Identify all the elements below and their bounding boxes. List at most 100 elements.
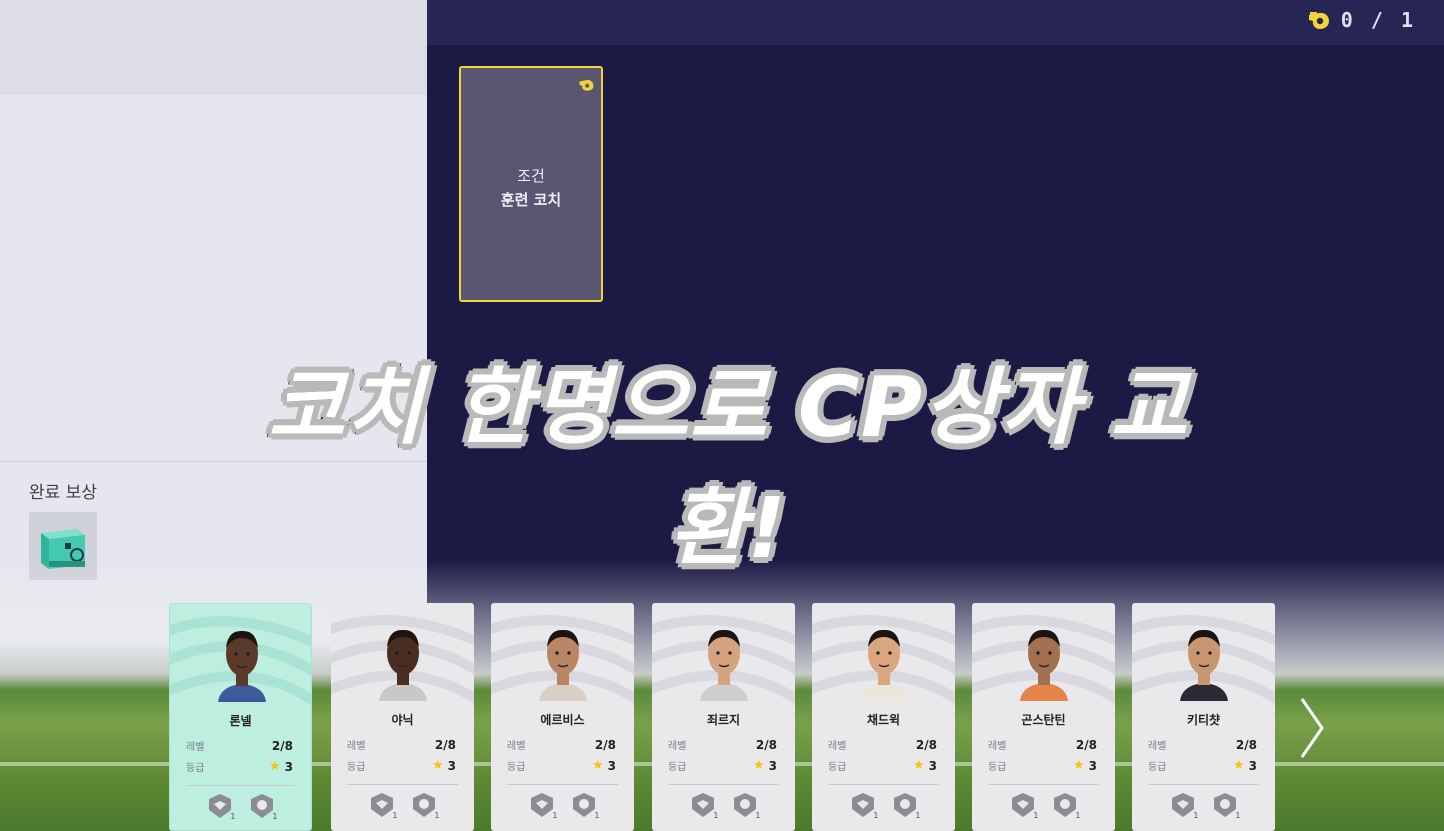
coach-card[interactable]: 론넬 레벨 2/8 등급 ★ 3 1 1 bbox=[169, 603, 312, 831]
star-icon: ★ bbox=[912, 758, 925, 773]
top-bar: 0 / 1 bbox=[427, 0, 1444, 45]
skill-badge[interactable]: 1 bbox=[849, 791, 879, 820]
grade-number: 3 bbox=[928, 758, 937, 773]
skill-shield-icon bbox=[530, 793, 553, 817]
skill-shield-icon bbox=[893, 793, 916, 817]
skill-level: 1 bbox=[1193, 811, 1199, 820]
level-label: 레벨 bbox=[347, 741, 366, 752]
divider bbox=[668, 784, 779, 785]
skill-badge[interactable]: 1 bbox=[206, 792, 236, 821]
skill-shield-icon bbox=[1011, 793, 1034, 817]
skill-badge[interactable]: 1 bbox=[1169, 791, 1199, 820]
skill-level: 1 bbox=[434, 811, 440, 820]
skill-level: 1 bbox=[1033, 811, 1039, 820]
level-label: 레벨 bbox=[828, 741, 847, 752]
skill-shield-icon bbox=[1213, 793, 1236, 817]
coach-portrait bbox=[700, 629, 748, 701]
skill-badge[interactable]: 1 bbox=[410, 791, 440, 820]
condition-requirement: 훈련 코치 bbox=[500, 191, 562, 209]
skill-icons: 1 1 bbox=[812, 791, 955, 820]
star-icon: ★ bbox=[1072, 758, 1085, 773]
coach-name: 에르비스 bbox=[540, 713, 585, 727]
coach-portrait bbox=[1020, 629, 1068, 701]
skill-shield-icon bbox=[691, 793, 714, 817]
video-caption: 코치 한명으로 CP상자 교환! bbox=[264, 355, 1190, 581]
skill-badge[interactable]: 1 bbox=[731, 791, 761, 820]
coach-card[interactable]: 곤스탄틴 레벨 2/8 등급 ★ 3 1 1 bbox=[972, 603, 1115, 831]
coach-name: 키티챳 bbox=[1186, 713, 1221, 727]
grade-label: 등급 bbox=[1148, 762, 1167, 773]
skill-shield-icon bbox=[572, 793, 595, 817]
coach-portrait bbox=[1180, 629, 1228, 701]
whistle-icon bbox=[1308, 12, 1329, 29]
grade-row: 등급 ★ 3 bbox=[668, 758, 777, 773]
skill-shield-icon bbox=[733, 793, 756, 817]
skill-shield-icon bbox=[1171, 793, 1194, 817]
level-value: 2/8 bbox=[594, 737, 616, 752]
counter-text: 0 / 1 bbox=[1340, 8, 1416, 32]
coach-card[interactable]: 에르비스 레벨 2/8 등급 ★ 3 1 1 bbox=[491, 603, 634, 831]
skill-badge[interactable]: 1 bbox=[570, 791, 600, 820]
coach-name: 채드윅 bbox=[866, 713, 901, 727]
level-value: 2/8 bbox=[1235, 737, 1257, 752]
skill-shield-icon bbox=[851, 793, 874, 817]
grade-row: 등급 ★ 3 bbox=[988, 758, 1097, 773]
grade-label: 등급 bbox=[507, 762, 526, 773]
condition-text: 조건 훈련 코치 bbox=[461, 164, 601, 212]
grade-row: 등급 ★ 3 bbox=[1148, 758, 1257, 773]
divider bbox=[988, 784, 1099, 785]
chevron-right-icon[interactable] bbox=[1298, 697, 1326, 759]
star-icon: ★ bbox=[268, 759, 281, 774]
grade-label: 등급 bbox=[988, 762, 1007, 773]
grade-row: 등급 ★ 3 bbox=[507, 758, 616, 773]
grade-number: 3 bbox=[1088, 758, 1097, 773]
divider bbox=[347, 784, 458, 785]
skill-icons: 1 1 bbox=[972, 791, 1115, 820]
level-row: 레벨 2/8 bbox=[186, 738, 293, 754]
level-value: 2/8 bbox=[434, 737, 456, 752]
skill-badge[interactable]: 1 bbox=[1051, 791, 1081, 820]
grade-row: 등급 ★ 3 bbox=[828, 758, 937, 773]
grade-label: 등급 bbox=[347, 762, 366, 773]
skill-badge[interactable]: 1 bbox=[368, 791, 398, 820]
grade-number: 3 bbox=[1248, 758, 1257, 773]
skill-shield-icon bbox=[370, 793, 393, 817]
grade-value: ★ 3 bbox=[269, 759, 293, 774]
grade-value: ★ 3 bbox=[913, 758, 937, 773]
condition-slot[interactable]: 조건 훈련 코치 bbox=[459, 66, 603, 302]
coach-card[interactable]: 죄르지 레벨 2/8 등급 ★ 3 1 1 bbox=[652, 603, 795, 831]
skill-shield-icon bbox=[208, 794, 231, 818]
grade-value: ★ 3 bbox=[592, 758, 616, 773]
skill-level: 1 bbox=[552, 811, 558, 820]
coach-card[interactable]: 야닉 레벨 2/8 등급 ★ 3 1 1 bbox=[331, 603, 474, 831]
skill-level: 1 bbox=[230, 812, 236, 821]
skill-level: 1 bbox=[594, 811, 600, 820]
level-value: 2/8 bbox=[1075, 737, 1097, 752]
skill-badge[interactable]: 1 bbox=[1211, 791, 1241, 820]
skill-icons: 1 1 bbox=[170, 792, 311, 821]
level-row: 레벨 2/8 bbox=[347, 737, 456, 753]
skill-badge[interactable]: 1 bbox=[891, 791, 921, 820]
level-row: 레벨 2/8 bbox=[828, 737, 937, 753]
skill-badge[interactable]: 1 bbox=[528, 791, 558, 820]
skill-shield-icon bbox=[1053, 793, 1076, 817]
coach-name: 곤스탄틴 bbox=[1021, 713, 1066, 727]
divider bbox=[1148, 784, 1259, 785]
skill-badge[interactable]: 1 bbox=[1009, 791, 1039, 820]
skill-badge[interactable]: 1 bbox=[248, 792, 278, 821]
skill-level: 1 bbox=[392, 811, 398, 820]
skill-icons: 1 1 bbox=[652, 791, 795, 820]
mission-header bbox=[0, 0, 427, 95]
star-icon: ★ bbox=[591, 758, 604, 773]
level-row: 레벨 2/8 bbox=[668, 737, 777, 753]
level-value: 2/8 bbox=[271, 738, 293, 753]
grade-value: ★ 3 bbox=[432, 758, 456, 773]
skill-badge[interactable]: 1 bbox=[689, 791, 719, 820]
coach-name: 죄르지 bbox=[706, 713, 741, 727]
grade-label: 등급 bbox=[668, 762, 687, 773]
coach-card[interactable]: 채드윅 레벨 2/8 등급 ★ 3 1 1 bbox=[812, 603, 955, 831]
divider bbox=[186, 785, 295, 786]
level-label: 레벨 bbox=[668, 741, 687, 752]
level-label: 레벨 bbox=[1148, 741, 1167, 752]
coach-card[interactable]: 키티챳 레벨 2/8 등급 ★ 3 1 1 bbox=[1132, 603, 1275, 831]
